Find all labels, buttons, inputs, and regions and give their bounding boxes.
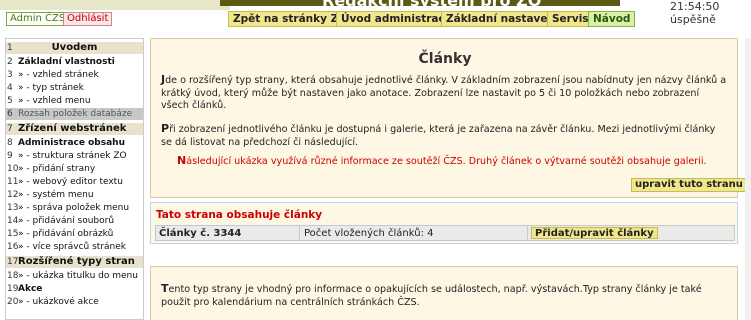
add-edit-articles-button[interactable]: Přidat/upravit články: [531, 227, 658, 239]
articles-panel-title: Tato strana obsahuje články: [156, 209, 323, 221]
sidebar-item[interactable]: 19 Akce: [6, 283, 143, 295]
sidebar-item[interactable]: 13» - správa položek menu: [6, 202, 143, 214]
sidebar-item-number: 15: [7, 229, 19, 239]
sidebar-item-number: 11: [7, 177, 19, 187]
sidebar-item-label: » - struktura stránek ZO: [18, 151, 127, 161]
nav-basic-settings[interactable]: Základní nastavení: [441, 11, 564, 27]
sidebar-item[interactable]: 6 Rozsah položek databáze: [6, 108, 143, 120]
divider: [527, 226, 528, 240]
sidebar-item-label: » - webový editor textu: [18, 177, 123, 187]
nav-manual[interactable]: Návod: [588, 11, 636, 27]
sidebar-item[interactable]: 9 » - struktura stránek ZO: [6, 150, 143, 162]
sidebar-item-number: 9: [7, 151, 13, 161]
sidebar-item-number: 6: [7, 109, 13, 119]
sidebar-item-label: Akce: [18, 284, 43, 294]
article-section-name: Články č. 3344: [159, 228, 242, 239]
sidebar-item-label: Zřízení webstránek: [18, 123, 127, 134]
sidebar-item[interactable]: 20» - ukázkové akce: [6, 296, 143, 308]
paragraph-gallery: Při zobrazení jednotlivého článku je dos…: [161, 122, 729, 149]
sidebar-item[interactable]: 7 Zřízení webstránek: [6, 123, 143, 135]
table-row: Články č. 3344 Počet vložených článků: 4…: [155, 225, 735, 241]
sidebar-item-label: Základní vlastnosti: [18, 57, 115, 67]
sidebar-item-number: 16: [7, 242, 19, 252]
sidebar-item-label: Úvodem: [51, 42, 98, 53]
sidebar-item-number: 20: [7, 297, 19, 307]
sidebar-item-label: » - správa položek menu: [18, 203, 130, 213]
sidebar-item[interactable]: 11» - webový editor textu: [6, 176, 143, 188]
sidebar-item-label: Rozsah položek databáze: [18, 109, 133, 119]
paragraph-info: Tento typ strany je vhodný pro informace…: [161, 282, 729, 309]
paragraph-text: ento typ strany je vhodný pro informace …: [161, 284, 702, 308]
paragraph-intro: Jde o rozšířený typ strany, která obsahu…: [161, 73, 729, 113]
sidebar-item-number: 19: [7, 284, 19, 294]
paragraph-text: ři zobrazení jednotlivého článku je dost…: [161, 124, 716, 148]
sidebar-item-number: 18: [7, 271, 19, 281]
sidebar-item-number: 4: [7, 83, 13, 93]
page-title: Články: [418, 51, 472, 67]
site-title: Redakční systém pro ZO: [322, 0, 542, 10]
sidebar-item[interactable]: 4 » - typ stránek: [6, 82, 143, 94]
sidebar-item-label: » - ukázka titulku do menu: [18, 271, 138, 281]
nav-admin-home[interactable]: Úvod administrace: [336, 11, 457, 27]
logout-button[interactable]: Odhlásit: [63, 12, 113, 26]
sidebar-item-number: 2: [7, 57, 13, 67]
sidebar-item-label: » - přidávání souborů: [18, 216, 115, 226]
nav-service[interactable]: Servis: [547, 11, 594, 27]
sidebar-item-number: 7: [7, 124, 13, 134]
sidebar-item-label: Administrace obsahu: [18, 138, 125, 148]
article-count: Počet vložených článků: 4: [304, 228, 434, 239]
initial-letter: P: [161, 122, 170, 135]
edit-page-button[interactable]: upravit tuto stranu: [631, 178, 747, 192]
sidebar-item[interactable]: 15» - přidávání obrázků: [6, 228, 143, 240]
sidebar-item-label: » - typ stránek: [18, 83, 84, 93]
sidebar-item-number: 17: [7, 257, 19, 267]
sidebar-item[interactable]: 2 Základní vlastnosti: [6, 56, 143, 68]
initial-letter: T: [161, 282, 169, 295]
sidebar-item-number: 8: [7, 138, 13, 148]
paragraph-text: de o rozšířený typ strany, která obsahuj…: [161, 75, 727, 111]
sidebar-item-label: » - více správců stránek: [18, 242, 126, 252]
sidebar-item[interactable]: 8 Administrace obsahu: [6, 137, 143, 149]
sidebar-item[interactable]: 10» - přidání strany: [6, 163, 143, 175]
sidebar-item[interactable]: 17 Rozšířené typy stran: [6, 256, 143, 268]
nav-back-to-site[interactable]: Zpět na stránky ZO: [228, 11, 353, 27]
header: Redakční systém pro ZO Admin ČZS Odhlási…: [0, 0, 751, 34]
clock: 21:54:50: [670, 0, 720, 13]
paragraph-text: ásledující ukázka využívá různé informac…: [186, 156, 707, 167]
sidebar-item-label: » - ukázkové akce: [18, 297, 99, 307]
sidebar-item[interactable]: 12» - systém menu: [6, 189, 143, 201]
page: Redakční systém pro ZO Admin ČZS Odhlási…: [0, 0, 751, 320]
articles-panel: Tato strana obsahuje články Články č. 33…: [150, 202, 738, 244]
initial-letter: N: [177, 154, 187, 167]
sidebar-item-label: Rozšířené typy stran: [18, 256, 135, 267]
content-panel: Články Jde o rozšířený typ strany, která…: [150, 38, 747, 198]
sidebar-item-label: » - vzhled menu: [18, 96, 91, 106]
sidebar-item-number: 13: [7, 203, 19, 213]
info-panel: Tento typ strany je vhodný pro informace…: [150, 266, 738, 320]
sidebar-item-label: » - přidání strany: [18, 164, 96, 174]
sidebar-item-label: » - přidávání obrázků: [18, 229, 114, 239]
sidebar-item-number: 14: [7, 216, 19, 226]
status-text: úspěšně: [670, 13, 716, 26]
sidebar-item[interactable]: 5 » - vzhled menu: [6, 95, 143, 107]
sidebar-item-number: 10: [7, 164, 19, 174]
admin-link[interactable]: Admin ČZS: [6, 12, 70, 26]
paragraph-example: Následující ukázka využívá různé informa…: [177, 154, 729, 169]
sidebar-item-number: 5: [7, 96, 13, 106]
divider: [299, 226, 300, 240]
sidebar-item[interactable]: 14» - přidávání souborů: [6, 215, 143, 227]
scrollbar[interactable]: [745, 38, 751, 320]
sidebar-item[interactable]: 16» - více správců stránek: [6, 241, 143, 253]
sidebar: 1 Úvodem 2 Základní vlastnosti 3 » - vzhled…: [5, 38, 144, 320]
sidebar-item-label: » - vzhled stránek: [18, 70, 99, 80]
sidebar-item[interactable]: 1 Úvodem: [6, 42, 143, 54]
header-decoration: [0, 0, 230, 10]
sidebar-item-label: » - systém menu: [18, 190, 94, 200]
sidebar-item[interactable]: 3 » - vzhled stránek: [6, 69, 143, 81]
sidebar-item[interactable]: 18» - ukázka titulku do menu: [6, 270, 143, 282]
sidebar-item-number: 12: [7, 190, 19, 200]
sidebar-item-number: 3: [7, 70, 13, 80]
